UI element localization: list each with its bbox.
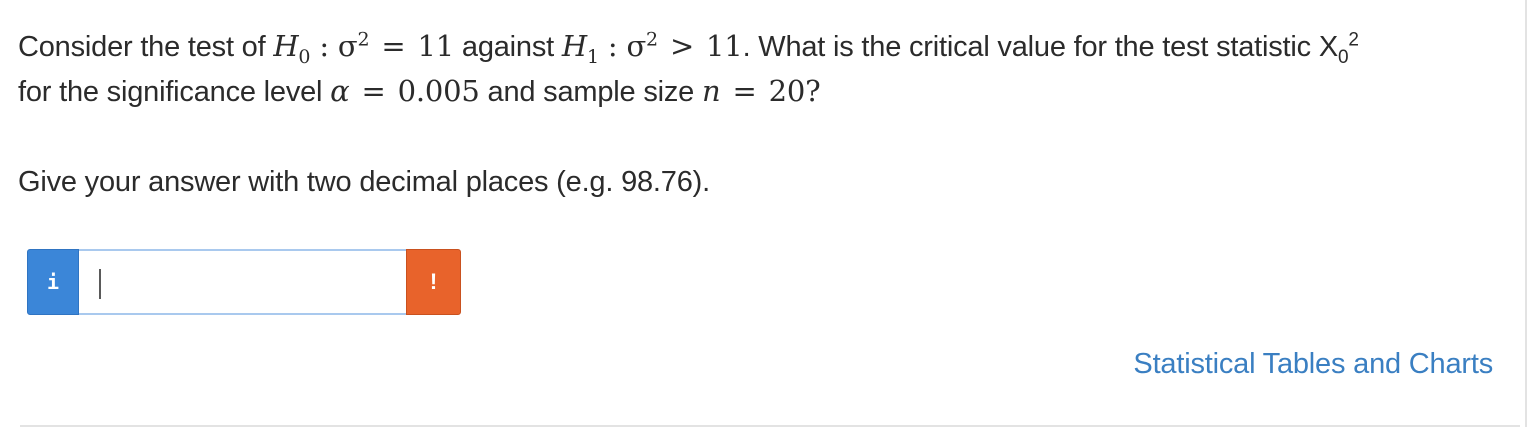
h0-equals: =	[381, 29, 406, 63]
alpha-value: 0.005	[397, 74, 480, 108]
h1-sigma: : σ	[598, 29, 647, 63]
text-caret	[99, 269, 101, 299]
question-rest: . What is the critical value for the tes…	[742, 31, 1339, 63]
sample-size-expression: n = 20?	[701, 74, 821, 108]
h1-value: 11	[706, 29, 743, 63]
answer-group: i !	[27, 249, 461, 315]
h1-symbol: H	[561, 29, 587, 63]
n-equals: =	[732, 74, 757, 108]
h0-sigma: : σ	[310, 29, 358, 63]
exclamation-icon: !	[429, 269, 438, 294]
statistic-subscript: 0	[1337, 46, 1349, 68]
info-button[interactable]: i	[27, 249, 79, 315]
alternative-hypothesis: H1 : σ2 >11	[561, 28, 743, 66]
h0-value: 11	[417, 29, 455, 63]
h1-subscript: 1	[586, 45, 599, 68]
against-word: against	[454, 31, 562, 63]
question-line-2: for the significance level α = 0.005 and s…	[18, 69, 1508, 114]
statistic-exponent: 2	[1348, 29, 1359, 51]
alpha-equals: =	[361, 74, 386, 108]
n-symbol: n	[701, 74, 721, 108]
h1-sigma-exponent: 2	[646, 28, 658, 51]
significance-intro: for the significance level	[18, 76, 331, 108]
answer-input[interactable]	[79, 249, 406, 315]
h0-sigma-exponent: 2	[357, 28, 370, 51]
n-value: 20?	[768, 74, 821, 108]
info-icon: i	[46, 270, 60, 294]
question-intro: Consider the test of	[18, 31, 274, 63]
h0-subscript: 0	[298, 45, 311, 68]
question-line-1: Consider the test of H0 : σ2 = 11 against …	[18, 24, 1508, 69]
answer-instruction: Give your answer with two decimal places…	[18, 166, 710, 198]
h1-greater-than: >	[669, 29, 695, 63]
statistical-tables-link[interactable]: Statistical Tables and Charts	[1133, 344, 1493, 384]
alpha-symbol: α	[330, 74, 350, 108]
alert-button[interactable]: !	[406, 249, 461, 315]
sample-size-intro: and sample size	[479, 76, 702, 108]
h0-symbol: H	[273, 29, 299, 63]
alpha-expression: α = 0.005	[330, 74, 480, 108]
null-hypothesis: H0 : σ2 = 11	[273, 28, 455, 66]
question-text: Consider the test of H0 : σ2 = 11 against …	[18, 24, 1508, 114]
